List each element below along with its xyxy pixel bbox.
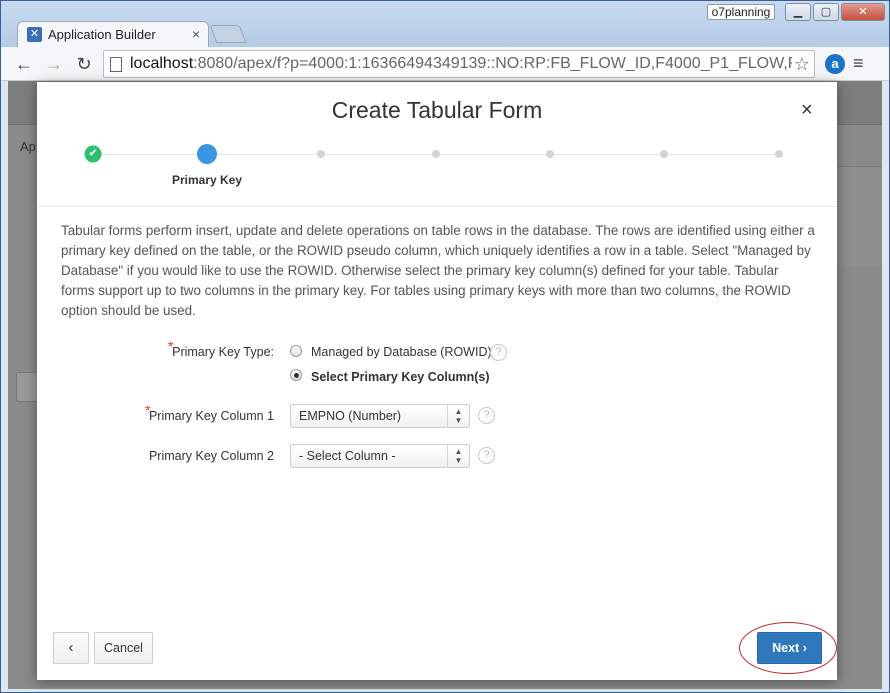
select-arrows-icon: ▲ ▼: [447, 445, 469, 467]
radio-select-pk-columns[interactable]: [290, 369, 302, 381]
chevron-left-icon: ‹: [68, 639, 74, 656]
select-arrows-icon: ▲ ▼: [447, 405, 469, 427]
back-button[interactable]: ‹: [53, 632, 89, 664]
bookmark-star-icon[interactable]: ☆: [794, 54, 810, 75]
pk-column-1-value: EMPNO (Number): [299, 409, 402, 423]
maximize-button[interactable]: ▢: [813, 3, 839, 21]
tab-title: Application Builder: [48, 27, 156, 42]
wizard-step-6: [660, 150, 668, 158]
wizard-step-5: [546, 150, 554, 158]
browser-menu-icon[interactable]: ≡: [853, 53, 864, 74]
browser-tab[interactable]: ✕ Application Builder ×: [17, 21, 209, 47]
pk-column-1-select[interactable]: EMPNO (Number) ▲ ▼: [290, 404, 470, 428]
tab-close-icon[interactable]: ×: [192, 26, 200, 42]
help-text: Tabular forms perform insert, update and…: [61, 223, 815, 318]
browser-toolbar: ← → ↻ localhost:8080/apex/f?p=4000:1:163…: [1, 47, 889, 81]
new-tab-button[interactable]: [209, 25, 247, 43]
pk-column-2-select[interactable]: - Select Column - ▲ ▼: [290, 444, 470, 468]
wizard-step-4: [432, 150, 440, 158]
cancel-button[interactable]: Cancel: [94, 632, 153, 664]
radio-managed-by-database[interactable]: [290, 345, 302, 357]
address-bar[interactable]: localhost:8080/apex/f?p=4000:1:163664943…: [103, 50, 815, 78]
pk-type-label: Primary Key Type:: [172, 345, 274, 359]
radio-select-pk-columns-label[interactable]: Select Primary Key Column(s): [311, 370, 490, 384]
minimize-button[interactable]: ▁: [785, 3, 811, 21]
pk-column-1-help-icon[interactable]: ?: [478, 407, 495, 424]
forward-arrow-icon[interactable]: →: [43, 53, 65, 75]
window-close-button[interactable]: ✕: [841, 3, 885, 21]
header-divider: [37, 206, 837, 207]
apex-favicon-icon: ✕: [27, 27, 42, 42]
title-bar: ✕ Application Builder × o7planning ▁ ▢ ✕: [1, 1, 889, 47]
reload-icon[interactable]: ↻: [73, 53, 95, 75]
create-tabular-form-dialog: Create Tabular Form × ✔ Primary Key Tabu…: [37, 82, 837, 680]
wizard-step-3: [317, 150, 325, 158]
wizard-current-step-label: Primary Key: [171, 173, 243, 187]
wizard-step-1-complete-icon: ✔: [84, 145, 102, 163]
url-host: localhost: [130, 55, 194, 72]
page-icon: [110, 57, 122, 72]
wizard-step-7: [775, 150, 783, 158]
pk-column-2-help-icon[interactable]: ?: [478, 447, 495, 464]
extension-icon[interactable]: a: [825, 54, 845, 74]
back-arrow-icon[interactable]: ←: [13, 53, 35, 75]
annotation-ring: [739, 622, 837, 674]
pk-column-2-value: - Select Column -: [299, 449, 396, 463]
wizard-step-2-current: [197, 144, 217, 164]
dialog-close-icon[interactable]: ×: [801, 99, 813, 122]
profile-badge[interactable]: o7planning: [707, 4, 775, 20]
background-label: Ap: [20, 139, 36, 154]
radio-managed-by-database-label[interactable]: Managed by Database (ROWID): [311, 345, 492, 359]
background-panel: [836, 166, 882, 266]
pk-column-1-label: Primary Key Column 1: [148, 409, 274, 423]
pk-column-2-label: Primary Key Column 2: [148, 449, 274, 463]
pk-type-help-icon[interactable]: ?: [490, 344, 507, 361]
dialog-title: Create Tabular Form: [331, 97, 543, 123]
url-text[interactable]: localhost:8080/apex/f?p=4000:1:163664943…: [130, 55, 792, 73]
url-path: :8080/apex/f?p=4000:1:16366494349139::NO…: [193, 55, 792, 72]
